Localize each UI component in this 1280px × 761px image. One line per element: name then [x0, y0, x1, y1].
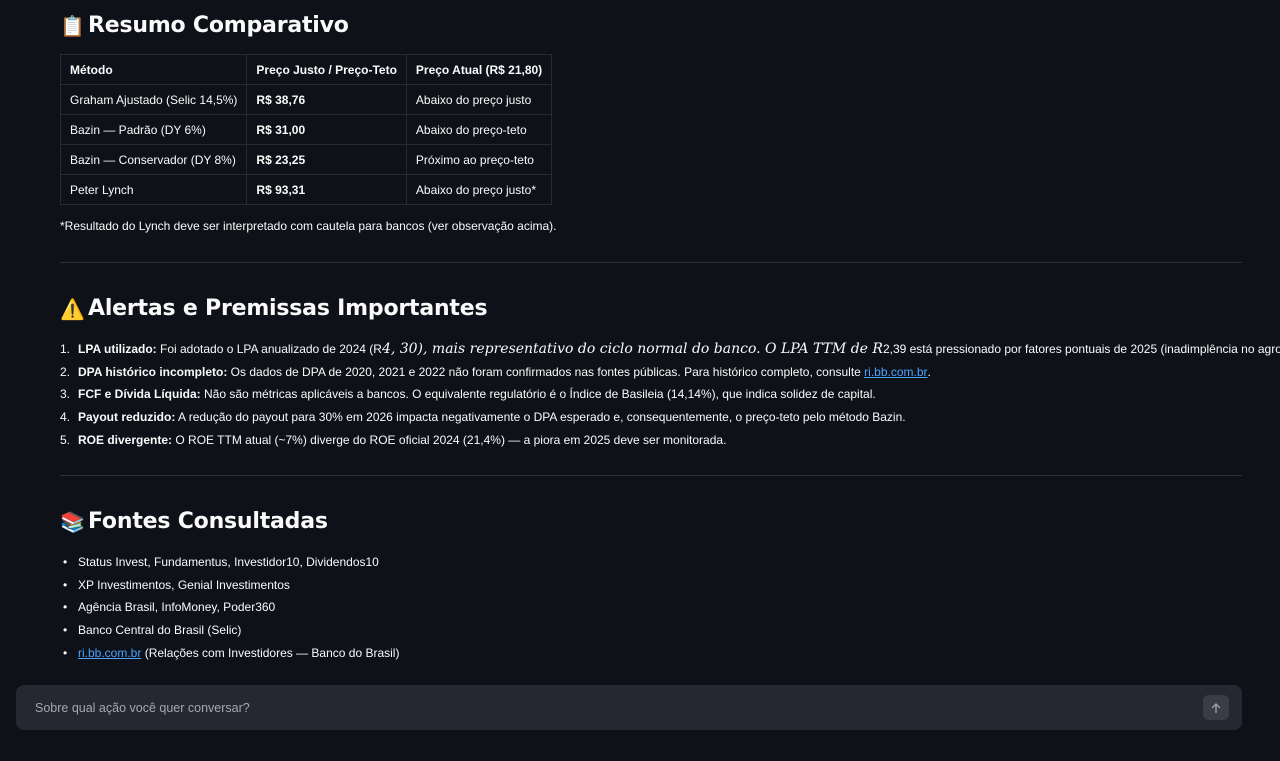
- rendered-math-text: 4, 30), mais representativo do ciclo nor…: [381, 341, 883, 358]
- table-row: Bazin — Padrão (DY 6%) R$ 31,00 Abaixo d…: [59, 114, 553, 145]
- item-label: DPA histórico incompleto:: [78, 364, 228, 379]
- item-label: ROE divergente:: [78, 432, 173, 447]
- list-item: • ri.bb.com.br (Relações com Investidore…: [60, 641, 399, 664]
- bullet-icon: •: [63, 623, 68, 638]
- table-cell-method: Bazin — Conservador (DY 8%): [59, 144, 248, 175]
- table-cell-price: R$ 93,31: [246, 174, 407, 205]
- table-header-row: Método Preço Justo / Preço-Teto Preço At…: [59, 54, 553, 85]
- books-icon: 📚: [60, 509, 85, 534]
- ri-link[interactable]: ri.bb.com.br: [78, 646, 141, 660]
- item-text: .: [927, 364, 931, 379]
- table-cell-method: Graham Ajustado (Selic 14,5%): [59, 84, 248, 115]
- table-cell-status: Abaixo do preço justo: [405, 84, 553, 115]
- alerts-list: 1. LPA utilizado: Foi adotado o LPA anua…: [60, 338, 1280, 451]
- clipboard-icon: 📋: [60, 13, 85, 38]
- section-title-text: Fontes Consultadas: [88, 509, 328, 534]
- chat-input[interactable]: [16, 685, 1186, 730]
- chat-input-bar: [16, 685, 1242, 730]
- comparison-table: Método Preço Justo / Preço-Teto Preço At…: [59, 54, 553, 205]
- source-text: (Relações com Investidores — Banco do Br…: [141, 645, 400, 660]
- list-item: • XP Investimentos, Genial Investimentos: [60, 574, 399, 597]
- column-header: Preço Justo / Preço-Teto: [246, 54, 407, 85]
- list-item: • Status Invest, Fundamentus, Investidor…: [60, 551, 399, 574]
- list-number: 2.: [60, 364, 71, 379]
- list-item: 1. LPA utilizado: Foi adotado o LPA anua…: [60, 338, 1280, 361]
- bullet-icon: •: [63, 645, 68, 660]
- table-row: Graham Ajustado (Selic 14,5%) R$ 38,76 A…: [59, 84, 553, 115]
- list-number: 4.: [60, 410, 71, 425]
- item-text: Os dados de DPA de 2020, 2021 e 2022 não…: [227, 364, 865, 379]
- source-text: Banco Central do Brasil (Selic): [78, 623, 242, 638]
- list-item: 4. Payout reduzido: A redução do payout …: [60, 406, 1280, 429]
- table-cell-status: Abaixo do preço-teto: [405, 114, 553, 145]
- list-item: 2. DPA histórico incompleto: Os dados de…: [60, 361, 1280, 384]
- item-label: FCF e Dívida Líquida:: [78, 387, 201, 402]
- item-label: LPA utilizado:: [78, 342, 157, 357]
- item-text: Foi adotado o LPA anualizado de 2024 (R: [156, 342, 382, 357]
- item-text: Não são métricas aplicáveis a bancos. O …: [200, 387, 876, 402]
- table-cell-price: R$ 38,76: [246, 84, 407, 115]
- table-footnote: *Resultado do Lynch deve ser interpretad…: [60, 219, 557, 233]
- item-text: A redução do payout para 30% em 2026 imp…: [175, 410, 906, 425]
- section-title-fontes: 📚 Fontes Consultadas: [60, 509, 328, 534]
- section-title-text: Resumo Comparativo: [88, 13, 349, 38]
- arrow-up-icon: [1211, 702, 1221, 713]
- warning-icon: ⚠️: [60, 296, 85, 321]
- item-text: 2,39 está pressionado por fatores pontua…: [882, 342, 1280, 357]
- divider: [60, 475, 1242, 476]
- table-cell-method: Bazin — Padrão (DY 6%): [59, 114, 248, 145]
- item-label: Payout reduzido:: [78, 410, 176, 425]
- item-text: O ROE TTM atual (~7%) diverge do ROE ofi…: [172, 432, 727, 447]
- list-item: • Agência Brasil, InfoMoney, Poder360: [60, 596, 399, 619]
- table-row: Bazin — Conservador (DY 8%) R$ 23,25 Pró…: [59, 144, 553, 175]
- table-cell-price: R$ 31,00: [246, 114, 407, 145]
- column-header: Método: [59, 54, 248, 85]
- table-cell-method: Peter Lynch: [59, 174, 248, 205]
- sources-list: • Status Invest, Fundamentus, Investidor…: [60, 551, 399, 664]
- list-number: 3.: [60, 387, 71, 402]
- section-title-text: Alertas e Premissas Importantes: [88, 296, 488, 321]
- table-cell-price: R$ 23,25: [246, 144, 407, 175]
- source-text: Status Invest, Fundamentus, Investidor10…: [78, 555, 379, 570]
- list-number: 5.: [60, 432, 71, 447]
- table-cell-status: Abaixo do preço justo*: [405, 174, 553, 205]
- bullet-icon: •: [63, 577, 68, 592]
- bullet-icon: •: [63, 600, 68, 615]
- section-title-alertas: ⚠️ Alertas e Premissas Importantes: [60, 296, 488, 321]
- section-title-resumo: 📋 Resumo Comparativo: [60, 13, 349, 38]
- table-row: Peter Lynch R$ 93,31 Abaixo do preço jus…: [59, 174, 553, 205]
- source-text: XP Investimentos, Genial Investimentos: [78, 577, 290, 592]
- list-item: • Banco Central do Brasil (Selic): [60, 619, 399, 642]
- table-cell-status: Próximo ao preço-teto: [405, 144, 553, 175]
- list-item: 3. FCF e Dívida Líquida: Não são métrica…: [60, 383, 1280, 406]
- list-number: 1.: [60, 342, 71, 357]
- ri-link[interactable]: ri.bb.com.br: [864, 365, 927, 379]
- divider: [60, 262, 1242, 263]
- list-item: 5. ROE divergente: O ROE TTM atual (~7%)…: [60, 428, 1280, 451]
- column-header: Preço Atual (R$ 21,80): [405, 54, 553, 85]
- send-button[interactable]: [1203, 695, 1229, 720]
- source-text: Agência Brasil, InfoMoney, Poder360: [78, 600, 276, 615]
- bullet-icon: •: [63, 555, 68, 570]
